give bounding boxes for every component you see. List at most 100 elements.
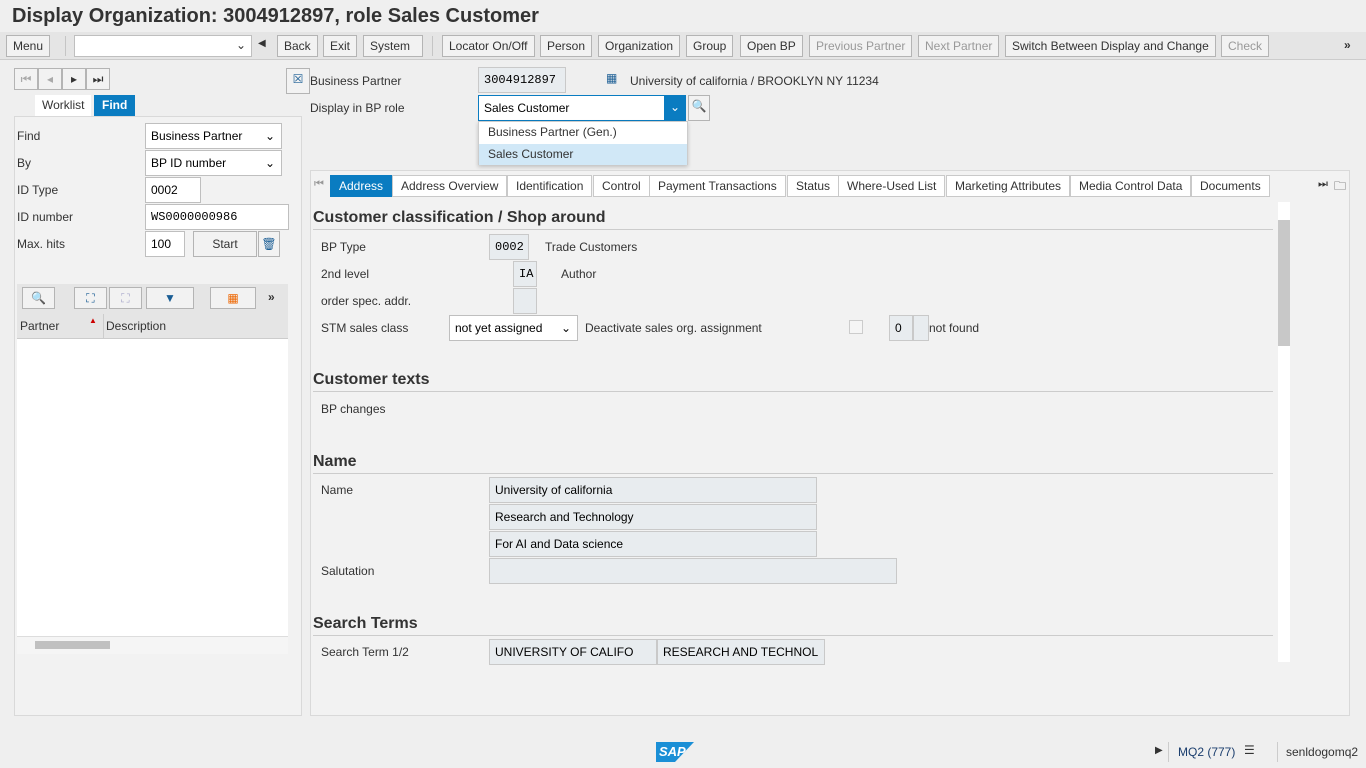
separator — [65, 36, 66, 56]
expand-status-icon[interactable]: ▶ — [1155, 745, 1163, 756]
stm-select[interactable]: not yet assigned ⌄ — [449, 315, 578, 341]
open-bp-button[interactable]: Open BP — [740, 35, 803, 57]
bp-number: 3004912897 — [478, 67, 566, 93]
locator-button[interactable]: Locator On/Off — [442, 35, 535, 57]
layout-icon[interactable]: ▦ — [210, 287, 256, 309]
max-hits-label: Max. hits — [17, 237, 66, 251]
system-info: MQ2 (777) — [1178, 745, 1236, 759]
close-icon[interactable]: ☒ — [286, 68, 310, 94]
tab-find[interactable]: Find — [94, 95, 136, 116]
search-term-2: RESEARCH AND TECHNOL — [657, 639, 825, 665]
role-value: Sales Customer — [484, 101, 570, 115]
by-select[interactable]: BP ID number ⌄ — [145, 150, 282, 176]
find-label: Find — [17, 129, 41, 143]
section-classification: Customer classification / Shop around — [313, 209, 606, 226]
by-value: BP ID number — [151, 156, 227, 170]
sap-logo: SAP — [656, 742, 694, 762]
results-table — [17, 339, 288, 636]
first-icon[interactable]: ⏮ — [14, 68, 38, 90]
binoculars-icon[interactable]: ⛶ — [74, 287, 107, 309]
next-partner-button[interactable]: Next Partner — [918, 35, 1000, 57]
last-icon[interactable]: ⏭ — [86, 68, 110, 90]
bp-type-desc: Trade Customers — [545, 240, 638, 254]
detail-icon[interactable]: 🔍 — [22, 287, 55, 309]
tab-address[interactable]: Address — [330, 175, 393, 197]
find-next-icon[interactable]: ⛶ — [109, 287, 142, 309]
level2-desc: Author — [561, 267, 597, 281]
level2-label: 2nd level — [321, 267, 370, 281]
search-term-1: UNIVERSITY OF CALIFO — [489, 639, 657, 665]
display-role-icon[interactable]: 🔍 — [688, 95, 710, 121]
tab-marketing-attributes[interactable]: Marketing Attributes — [946, 175, 1071, 197]
id-number-input[interactable]: WS0000000986 — [145, 204, 289, 230]
role-label: Display in BP role — [310, 101, 405, 115]
tab-worklist[interactable]: Worklist — [35, 95, 92, 116]
switch-display-change-button[interactable]: Switch Between Display and Change — [1005, 35, 1216, 57]
name-label: Name — [321, 483, 354, 497]
salutation-label: Salutation — [321, 564, 375, 578]
role-select[interactable]: Sales Customer ⌄ — [478, 95, 686, 121]
check-button[interactable]: Check — [1221, 35, 1270, 57]
start-button[interactable]: Start — [193, 231, 257, 257]
organization-button[interactable]: Organization — [598, 35, 681, 57]
divider — [313, 391, 1273, 392]
delete-icon[interactable]: 🗑 — [258, 231, 280, 257]
group-button[interactable]: Group — [686, 35, 734, 57]
tab-where-used-list[interactable]: Where-Used List — [838, 175, 946, 197]
tab-payment-transactions[interactable]: Payment Transactions — [649, 175, 786, 197]
collapse-icon[interactable]: ◀ — [258, 38, 266, 49]
tab-control[interactable]: Control — [593, 175, 650, 197]
role-option[interactable]: Business Partner (Gen.) — [479, 122, 687, 144]
chevron-down-icon: ⌄ — [264, 156, 275, 170]
exit-button[interactable]: Exit — [323, 35, 358, 57]
command-field[interactable]: ⌄ — [74, 35, 252, 57]
role-dropdown: Business Partner (Gen.) Sales Customer — [478, 121, 688, 165]
id-type-input[interactable]: 0002 — [145, 177, 201, 203]
column-divider — [103, 314, 104, 339]
more-icon[interactable]: » — [1344, 38, 1351, 52]
deactivate-label: Deactivate sales org. assignment — [585, 321, 762, 335]
user-info: senldogomq2 — [1286, 745, 1359, 759]
menu-button[interactable]: Menu — [6, 35, 51, 57]
horizontal-scrollbar[interactable] — [17, 636, 288, 654]
tab-documents[interactable]: Documents — [1191, 175, 1270, 197]
filter-icon[interactable]: ▼ — [146, 287, 194, 309]
id-number-label: ID number — [17, 210, 74, 224]
separator — [1277, 742, 1278, 762]
tab-identification[interactable]: Identification — [507, 175, 593, 197]
salutation-value — [489, 558, 897, 584]
last-tab-icon[interactable]: ⏭ — [1318, 178, 1328, 191]
system-menu-icon[interactable]: ☰ — [1244, 743, 1255, 757]
column-description[interactable]: Description — [106, 319, 166, 333]
id-type-label: ID Type — [17, 183, 59, 197]
more-icon[interactable]: » — [268, 290, 275, 304]
vertical-scrollbar[interactable] — [1278, 202, 1290, 662]
tab-status[interactable]: Status — [787, 175, 840, 197]
section-name: Name — [313, 453, 357, 470]
deactivate-field — [913, 315, 929, 341]
stm-label: STM sales class — [321, 321, 409, 335]
back-button[interactable]: Back — [277, 35, 318, 57]
tab-address-overview[interactable]: Address Overview — [392, 175, 508, 197]
bp-type-value: 0002 — [489, 234, 529, 260]
tab-media-control-data[interactable]: Media Control Data — [1070, 175, 1192, 197]
order-spec-label: order spec. addr. — [321, 294, 412, 308]
separator — [432, 36, 433, 56]
person-button[interactable]: Person — [540, 35, 593, 57]
tab-list-icon[interactable]: 🗀 — [1334, 177, 1346, 198]
column-partner[interactable]: Partner — [20, 319, 59, 333]
level2-value: IA — [513, 261, 537, 287]
separator — [1168, 742, 1169, 762]
deactivate-checkbox[interactable] — [849, 320, 863, 334]
deactivate-number: 0 — [889, 315, 913, 341]
first-tab-icon[interactable]: ⏮ — [314, 178, 324, 191]
next-icon[interactable]: ▸ — [62, 68, 86, 90]
bp-label: Business Partner — [310, 74, 402, 88]
role-option[interactable]: Sales Customer — [479, 144, 687, 165]
previous-icon[interactable]: ◂ — [38, 68, 62, 90]
chevron-down-icon: ⌄ — [264, 129, 275, 143]
system-button[interactable]: System — [363, 35, 423, 57]
previous-partner-button[interactable]: Previous Partner — [809, 35, 913, 57]
max-hits-input[interactable]: 100 — [145, 231, 185, 257]
find-select[interactable]: Business Partner ⌄ — [145, 123, 282, 149]
